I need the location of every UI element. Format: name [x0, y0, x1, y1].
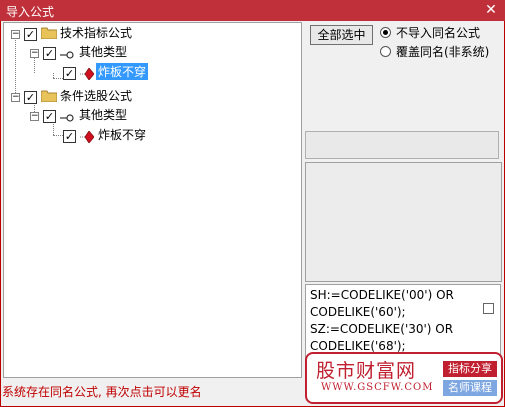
radio-skip-duplicates-label[interactable]: 不导入同名公式 — [396, 24, 480, 41]
collapse-toggle[interactable]: − — [30, 49, 39, 58]
title-bar: 导入公式 ✕ — [0, 0, 505, 21]
watermark-logo: 股市财富网 WWW.GSCFW.COM 指标分享 名师课程 — [305, 352, 503, 404]
formula-label-selected[interactable]: 炸板不穿 — [96, 63, 149, 80]
status-message: 系统存在同名公式, 再次点击可以更名 — [2, 385, 202, 399]
key-icon — [60, 114, 74, 122]
subgroup-checkbox[interactable]: ✓ — [43, 110, 56, 123]
info-panel — [305, 131, 499, 159]
formula-tree[interactable]: − ✓ 技术指标公式 − ✓ 其他类型 ✓ 炸板不穿 − ✓ 条件选股公式 − … — [3, 22, 302, 378]
group-checkbox[interactable]: ✓ — [24, 28, 37, 41]
tree-connector — [34, 57, 35, 73]
tree-connector — [15, 37, 16, 95]
group-checkbox[interactable]: ✓ — [24, 91, 37, 104]
watermark-tag-courses: 名师课程 — [443, 380, 497, 396]
folder-icon — [41, 27, 57, 39]
radio-skip-duplicates[interactable] — [380, 27, 391, 38]
tree-subgroup-label[interactable]: 其他类型 — [79, 106, 127, 123]
watermark-url: WWW.GSCFW.COM — [321, 382, 434, 393]
watermark-tag-indicators: 指标分享 — [443, 361, 497, 377]
tree-connector — [53, 78, 63, 79]
collapse-toggle[interactable]: − — [30, 112, 39, 121]
subgroup-checkbox[interactable]: ✓ — [43, 47, 56, 60]
collapse-toggle[interactable]: − — [11, 93, 20, 102]
formula-checkbox[interactable]: ✓ — [63, 67, 76, 80]
formula-checkbox[interactable]: ✓ — [63, 130, 76, 143]
code-line: SZ:=CODELIKE('30') OR — [310, 322, 454, 336]
formula-label[interactable]: 炸板不穿 — [98, 126, 146, 143]
code-checkbox[interactable] — [483, 303, 494, 314]
close-icon[interactable]: ✕ — [483, 2, 499, 18]
formula-icon — [80, 68, 94, 80]
watermark-title: 股市财富网 — [316, 360, 417, 382]
collapse-toggle[interactable]: − — [11, 30, 20, 39]
tree-subgroup-label[interactable]: 其他类型 — [79, 43, 127, 60]
formula-icon — [80, 131, 94, 143]
folder-icon — [41, 90, 57, 102]
code-line: SH:=CODELIKE('00') OR — [310, 288, 454, 302]
radio-overwrite[interactable] — [380, 46, 391, 57]
tree-group-label[interactable]: 条件选股公式 — [60, 87, 132, 104]
radio-overwrite-label[interactable]: 覆盖同名(非系统) — [396, 43, 489, 60]
key-icon — [60, 51, 74, 59]
window-title: 导入公式 — [6, 5, 55, 19]
code-line: CODELIKE('60'); — [310, 305, 406, 319]
tree-group-label[interactable]: 技术指标公式 — [60, 24, 132, 41]
tree-connector — [53, 135, 63, 136]
select-all-button[interactable]: 全部选中 — [310, 25, 373, 45]
description-panel — [305, 162, 502, 282]
